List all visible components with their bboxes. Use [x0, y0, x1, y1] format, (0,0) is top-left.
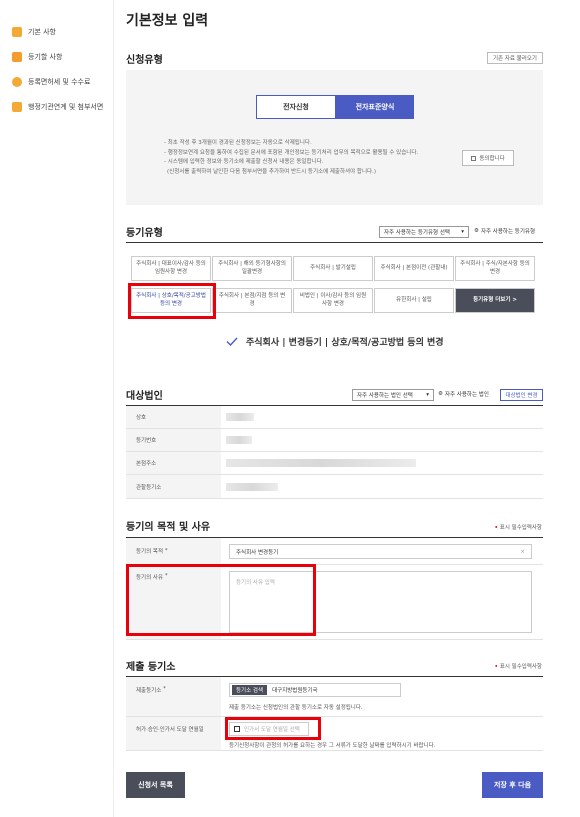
reg-type-cell[interactable]: 유한회사 | 설립 [374, 288, 454, 313]
sidebar-item-register[interactable]: 등기할 사항 [12, 52, 62, 62]
company-row: 상호 [126, 406, 543, 429]
required-note: • 표시 필수입력사항 [495, 662, 543, 670]
apply-type-box: 전자신청 전자표준양식 - 최초 작성 후 3개월이 경과된 신청정보는 자동으… [126, 70, 543, 205]
notice-line: - 행정정보연계 요청을 통하여 수집된 문서에 포함된 개인정보는 등기처리 … [164, 149, 419, 156]
highlight-box [225, 717, 321, 740]
application-list-button[interactable]: 신청서 목록 [126, 772, 185, 798]
redacted-value [226, 436, 252, 444]
highlight-box [126, 564, 316, 636]
reg-type-cell[interactable]: 주식회사 | 해외 등기형사항의 일괄변경 [212, 256, 292, 281]
redacted-value [226, 483, 278, 491]
office-help: 제출 등기소는 신청법인의 관할 등기소로 자동 설정됩니다. [229, 705, 363, 711]
caret-down-icon: ▾ [461, 229, 464, 235]
required-mark: • [494, 664, 499, 670]
company-row-label: 관할등기소 [126, 475, 221, 498]
office-field: 등기소 검색 대구지방법원등기국 [229, 683, 401, 697]
selected-reg-type-label: 주식회사 | 변경등기 | 상호/목적/공고방법 등의 변경 [246, 338, 444, 348]
main-content: 기본정보 입력 신청유형 기존 자료 불러오기 전자신청 전자표준양식 - 최초… [113, 0, 556, 817]
office-label-text: 제출등기소 [136, 688, 162, 694]
more-reg-types-button[interactable]: 등기유형 더보기 > [455, 288, 535, 313]
attachment-icon [12, 102, 22, 112]
caret-down-icon: ▾ [426, 392, 429, 398]
reg-type-select-value: 자주 사용하는 등기유형 선택 [384, 230, 450, 236]
checkbox-icon [471, 155, 477, 161]
sidebar-item-label: 등록면허세 및 수수료 [28, 78, 91, 86]
office-value: 대구지방법원등기국 [272, 688, 318, 694]
office-label: 제출등기소 * [126, 677, 221, 716]
gear-icon: ⚙ [474, 228, 479, 234]
required-mark: * [164, 548, 168, 554]
load-existing-button[interactable]: 기존 자료 불러오기 [487, 52, 543, 64]
company-title: 대상법인 [126, 391, 163, 402]
sidebar-item-label: 행정기관연계 및 첨부서면 [28, 103, 104, 111]
divider [126, 242, 543, 243]
purpose-title: 등기의 목적 및 사유 [126, 522, 211, 533]
date-label: 허가·승인·인가서 도달 연월일 [126, 717, 221, 750]
gear-icon: ⚙ [438, 391, 443, 397]
pencil-icon [12, 52, 22, 62]
sidebar-item-basic[interactable]: 기본 사항 [12, 27, 56, 37]
reg-type-select[interactable]: 자주 사용하는 등기유형 선택 ▾ [379, 226, 469, 238]
reg-type-cell[interactable]: 주식회사 | 본점/지점 등의 변경 [212, 288, 292, 313]
reg-type-cell[interactable]: 비법인 | 이사/감사 등의 임원사항 변경 [293, 288, 373, 313]
change-company-button[interactable]: 대상법인 변경 [500, 389, 543, 401]
required-note: • 표시 필수입력사항 [495, 523, 543, 531]
notice-line: - 시스템에 입력한 정보와 등기소에 제출할 신청서 내용은 동일합니다. [164, 159, 324, 165]
company-select[interactable]: 자주 사용하는 법인 선택 ▾ [352, 389, 434, 401]
company-row: 관할등기소 [126, 475, 543, 499]
required-mark: * [163, 686, 166, 692]
sidebar-item-label: 기본 사항 [28, 28, 56, 36]
redacted-value [226, 459, 416, 467]
company-row-label: 본점주소 [126, 452, 221, 474]
clear-icon[interactable]: × [520, 549, 525, 555]
purpose-field[interactable]: 주식회사 변경등기 × [229, 544, 532, 559]
sidebar-item-label: 등기할 사항 [28, 53, 63, 61]
purpose-label: 등기의 목적 * [126, 538, 221, 564]
apply-notice: - 최초 작성 후 3개월이 경과된 신청정보는 자동으로 삭제됩니다. - 행… [164, 139, 464, 177]
sidebar-item-attachment[interactable]: 행정기관연계 및 첨부서면 [12, 102, 103, 112]
company-select-value: 자주 사용하는 법인 선택 [357, 393, 413, 399]
notice-line: - 최초 작성 후 3개월이 경과된 신청정보는 자동으로 삭제됩니다. [164, 140, 312, 146]
list-icon [12, 27, 22, 37]
coin-icon [12, 77, 22, 87]
sidebar: 기본 사항 등기할 사항 등록면허세 및 수수료 행정기관연계 및 첨부서면 [0, 0, 113, 817]
purpose-label-text: 등기의 목적 [136, 549, 164, 555]
company-row: 본점주소 [126, 452, 543, 475]
notice-line: (신청서를 출력하여 날인한 다음 첨부서면을 추가하여 반드시 등기소에 제출… [167, 168, 376, 175]
required-mark: • [494, 525, 499, 531]
company-row: 등기번호 [126, 429, 543, 452]
redacted-value [226, 413, 254, 421]
reg-type-favorite[interactable]: ⚙ 자주 사용하는 등기유형 [474, 227, 535, 235]
apply-type-title: 신청유형 [126, 55, 163, 66]
check-icon [226, 337, 238, 346]
purpose-field-value: 주식회사 변경등기 [236, 549, 279, 556]
reg-type-favorite-label: 자주 사용하는 등기유형 [480, 229, 536, 235]
reg-type-title: 등기유형 [126, 228, 163, 239]
required-note-text: 표시 필수입력사항 [499, 664, 542, 670]
agree-label: 동의합니다 [479, 156, 505, 162]
office-search-button[interactable]: 등기소 검색 [232, 685, 268, 695]
reg-type-cell[interactable]: 주식회사 | 대표이사/감사 등의 임원사항 변경 [131, 256, 211, 281]
sidebar-item-fee[interactable]: 등록면허세 및 수수료 [12, 77, 90, 87]
tab-electronic-standard[interactable]: 전자표준양식 [336, 95, 414, 119]
company-row-label: 등기번호 [126, 429, 221, 451]
page-title: 기본정보 입력 [126, 13, 209, 29]
office-title: 제출 등기소 [126, 662, 176, 673]
save-next-button[interactable]: 저장 후 다음 [482, 772, 543, 798]
agree-button[interactable]: 동의합니다 [462, 150, 514, 166]
highlight-box [128, 283, 216, 319]
company-favorite-label: 자주 사용하는 법인 [444, 392, 489, 398]
selected-reg-type: 주식회사 | 변경등기 | 상호/목적/공고방법 등의 변경 [226, 335, 444, 348]
company-favorite[interactable]: ⚙ 자주 사용하는 법인 [438, 390, 489, 398]
reg-type-cell[interactable]: 주식회사 | 주식/자본사항 등의 변경 [455, 256, 535, 281]
date-help: 등기신청사항이 관청의 허가를 요하는 경우 그 서류가 도달한 날짜를 입력하… [229, 743, 436, 749]
company-row-label: 상호 [126, 406, 221, 428]
required-note-text: 표시 필수입력사항 [499, 525, 542, 531]
reg-type-cell[interactable]: 주식회사 | 본점이전 (관할내) [374, 256, 454, 281]
reg-type-cell[interactable]: 주식회사 | 발기설립 [293, 256, 373, 281]
tab-electronic[interactable]: 전자신청 [256, 95, 336, 119]
